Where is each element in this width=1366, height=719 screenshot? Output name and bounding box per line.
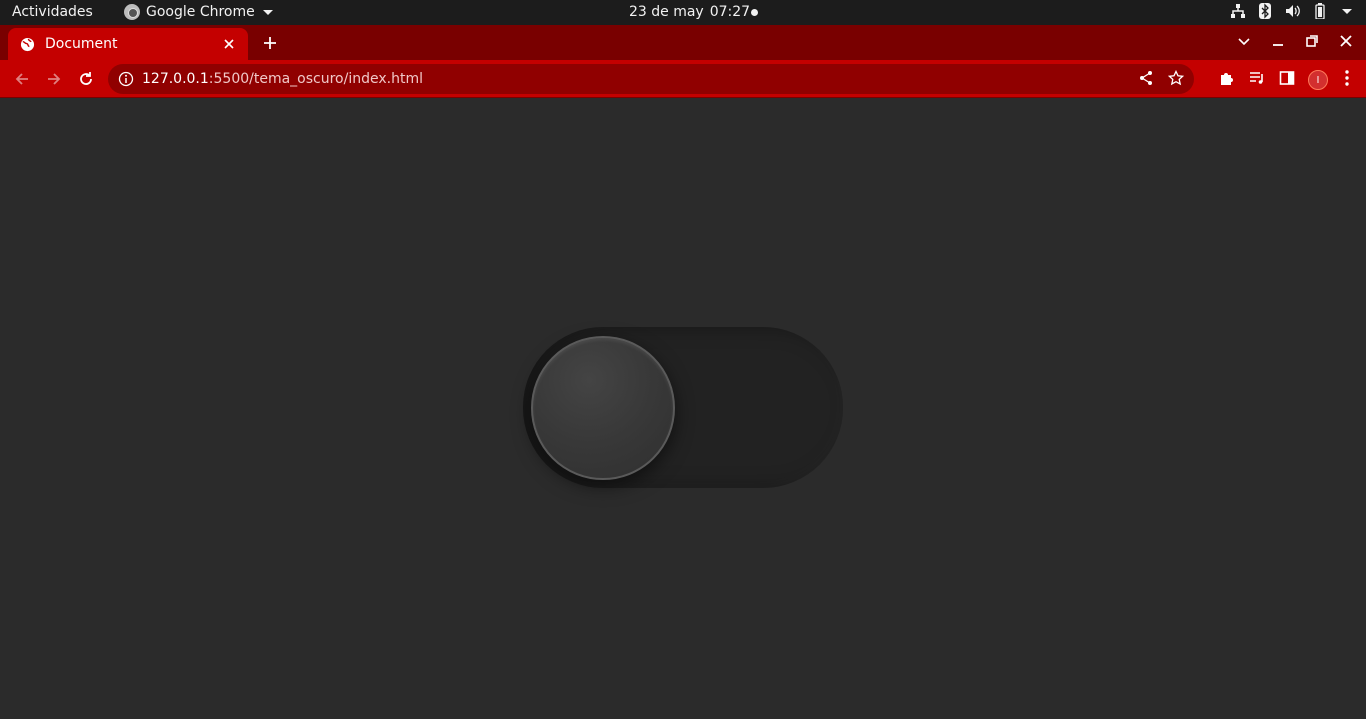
caret-down-icon	[262, 9, 273, 15]
site-info-icon[interactable]	[118, 71, 134, 87]
tab-strip: Document	[0, 25, 1366, 60]
volume-icon	[1284, 3, 1302, 19]
app-menu[interactable]: Google Chrome	[124, 4, 273, 20]
tab-title: Document	[45, 36, 118, 52]
clock-time: 07:27	[709, 4, 751, 20]
notification-dot-icon	[751, 9, 758, 16]
new-tab-button[interactable]	[260, 33, 280, 53]
omnibox-actions	[1138, 69, 1185, 90]
media-queue-icon[interactable]	[1248, 69, 1266, 91]
system-menu-caret-icon	[1342, 8, 1352, 14]
clock[interactable]: 23 de may 07:27	[629, 4, 750, 20]
more-menu-icon[interactable]	[1340, 69, 1354, 91]
profile-avatar[interactable]: I	[1308, 70, 1328, 90]
tab-search-icon[interactable]	[1234, 31, 1254, 51]
app-menu-label: Google Chrome	[146, 4, 255, 20]
bluetooth-icon	[1258, 3, 1272, 19]
theme-toggle-switch[interactable]	[523, 327, 843, 488]
address-bar[interactable]: 127.0.0.1:5500/tema_oscuro/index.html	[108, 64, 1194, 94]
bookmark-star-icon[interactable]	[1167, 69, 1185, 90]
restore-button[interactable]	[1302, 31, 1322, 51]
forward-button[interactable]	[44, 69, 64, 89]
browser-toolbar: 127.0.0.1:5500/tema_oscuro/index.html I	[0, 60, 1366, 98]
globe-icon	[20, 37, 35, 52]
url-path: :5500/tema_oscuro/index.html	[208, 71, 423, 87]
minimize-button[interactable]	[1268, 31, 1288, 51]
close-tab-icon[interactable]	[222, 37, 236, 51]
reload-button[interactable]	[76, 69, 96, 89]
close-window-button[interactable]	[1336, 31, 1356, 51]
clock-date: 23 de may	[629, 4, 704, 20]
toggle-knob[interactable]	[531, 336, 675, 480]
side-panel-icon[interactable]	[1278, 69, 1296, 91]
chrome-icon	[124, 4, 140, 20]
battery-icon	[1314, 3, 1328, 19]
system-tray[interactable]	[1230, 3, 1352, 19]
system-top-bar: Actividades Google Chrome 23 de may 07:2…	[0, 0, 1366, 25]
back-button[interactable]	[12, 69, 32, 89]
extensions-puzzle-icon[interactable]	[1218, 69, 1236, 91]
network-icon	[1230, 3, 1246, 19]
share-icon[interactable]	[1138, 70, 1154, 90]
extension-icons: I	[1218, 69, 1354, 91]
tab-document[interactable]: Document	[8, 28, 248, 60]
activities-button[interactable]: Actividades	[12, 4, 93, 20]
window-controls	[1234, 31, 1356, 51]
page-content	[0, 99, 1366, 719]
url-host: 127.0.0.1	[142, 71, 209, 87]
